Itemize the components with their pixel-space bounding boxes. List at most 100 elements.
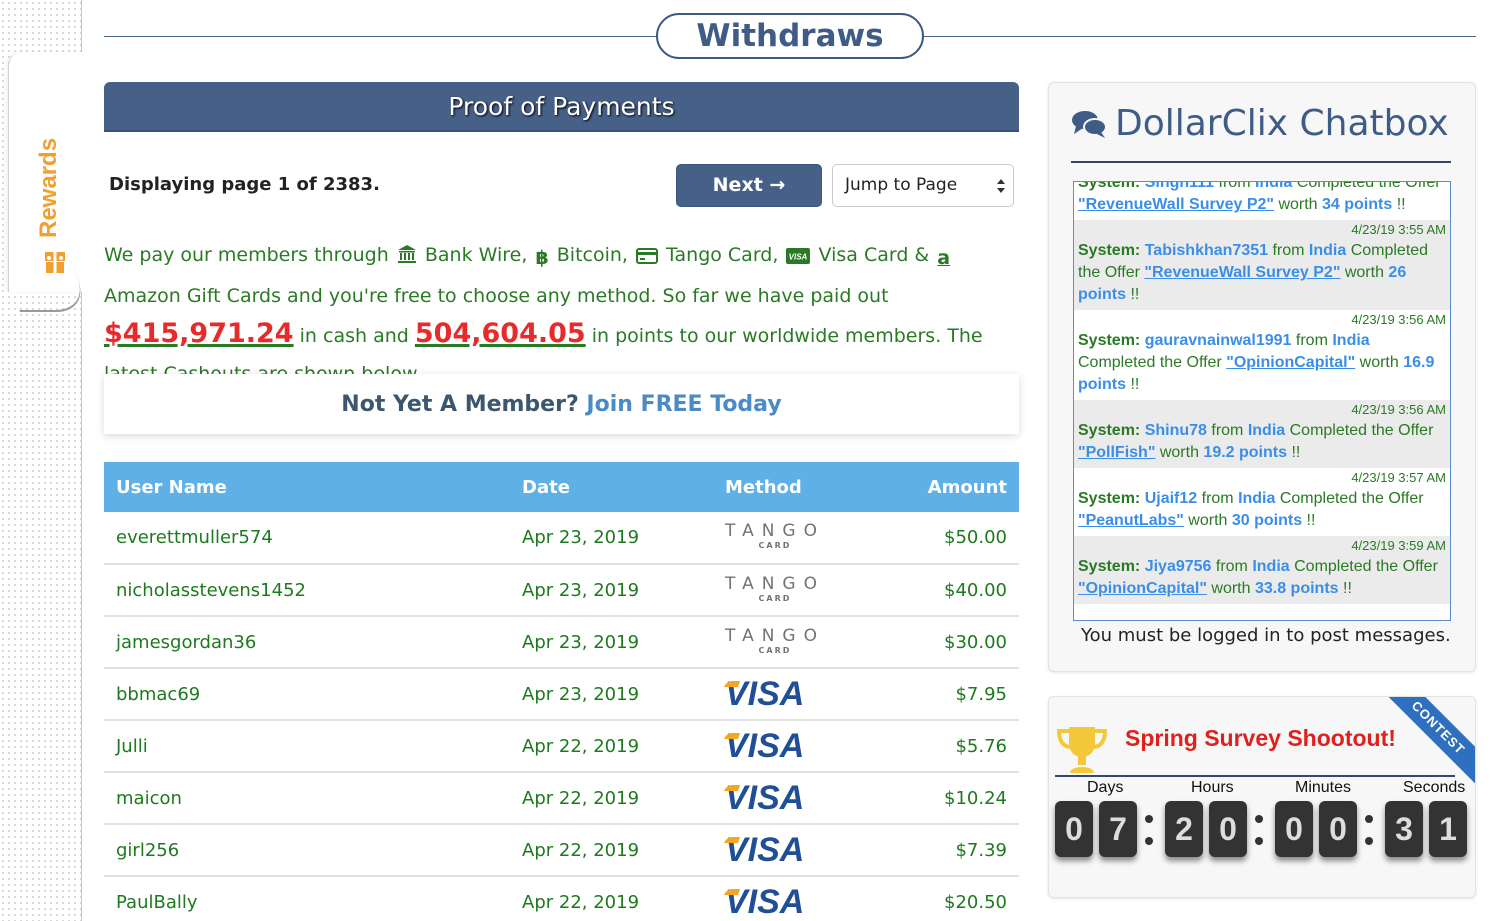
chat-message: 4/23/19 3:55 AM System: Tabishkhan7351 fr…: [1074, 220, 1450, 310]
chat-offer-link[interactable]: "RevenueWall Survey P2": [1078, 196, 1274, 213]
payouts-table: User Name Date Method Amount everettmull…: [104, 462, 1019, 921]
cell-method: TANGO CARD: [713, 512, 893, 565]
chat-user-name[interactable]: Singh111: [1145, 182, 1214, 191]
tango-logo-subtext: CARD: [758, 593, 792, 603]
tango-logo-text: TANGO: [725, 521, 825, 541]
chat-message: 4/23/19 3:56 AM System: Shinu78 from Indi…: [1074, 400, 1450, 468]
chat-country: India: [1308, 242, 1347, 259]
cell-user-name: jamesgordan36: [104, 616, 510, 669]
jump-to-page-label: Jump to Page: [845, 175, 958, 195]
header-date: Date: [510, 462, 713, 512]
countdown-digit-hours: 0: [1209, 801, 1247, 857]
chat-user-name[interactable]: Shinu78: [1145, 422, 1207, 439]
cell-date: Apr 22, 2019: [510, 720, 713, 773]
trophy-icon: [1056, 727, 1108, 773]
bank-wire-text: Bank Wire,: [424, 244, 528, 266]
chat-timestamp: 4/23/19 3:59 AM: [1351, 538, 1446, 553]
chat-sender: System:: [1078, 490, 1145, 507]
chat-user-name[interactable]: Tabishkhan7351: [1145, 242, 1268, 259]
chat-country: India: [1247, 422, 1286, 439]
chat-offer-link[interactable]: "OpinionCapital": [1226, 354, 1355, 371]
chat-user-name[interactable]: Ujaif12: [1145, 490, 1197, 507]
cell-amount: $5.76: [893, 720, 1019, 773]
rewards-tab[interactable]: Rewards: [8, 52, 84, 292]
cell-amount: $7.95: [893, 668, 1019, 721]
chat-offer-link[interactable]: "RevenueWall Survey P2": [1144, 264, 1340, 281]
cell-user-name: maicon: [104, 772, 510, 825]
cell-date: Apr 23, 2019: [510, 668, 713, 721]
table-row: bbmac69 Apr 23, 2019 VISA $7.95: [104, 668, 1019, 721]
chat-message-body: System: Singh111 from India Completed th…: [1078, 181, 1446, 216]
chat-message-body: System: Jiya9756 from India Completed th…: [1078, 558, 1438, 597]
countdown-separator: [1145, 811, 1153, 847]
visa-logo: VISA: [723, 831, 804, 870]
intro-text: We pay our members through: [104, 244, 389, 266]
cell-date: Apr 23, 2019: [510, 564, 713, 617]
join-free-link[interactable]: Join FREE Today: [586, 392, 781, 417]
bitcoin-icon: ฿: [535, 247, 549, 269]
credit-card-icon: [636, 248, 658, 264]
chat-message-body: System: Shinu78 from India Completed the…: [1078, 422, 1434, 461]
chat-points: 30 points: [1231, 512, 1303, 529]
chat-message: 4/23/19 3:57 AM System: Ujaif12 from Indi…: [1074, 468, 1450, 536]
next-page-button[interactable]: Next →: [676, 164, 822, 207]
chat-offer-link[interactable]: "PeanutLabs": [1078, 512, 1184, 529]
chat-sender: System:: [1078, 181, 1145, 191]
select-arrows-icon: [997, 179, 1005, 193]
chat-message-body: System: Tabishkhan7351 from India Comple…: [1078, 242, 1429, 303]
chat-country: India: [1238, 490, 1276, 507]
payment-intro: We pay our members through Bank Wire, ฿ …: [104, 236, 1024, 393]
table-row: girl256 Apr 22, 2019 VISA $7.39: [104, 824, 1019, 877]
svg-text:VISA: VISA: [789, 253, 808, 262]
cell-method: VISA: [713, 824, 893, 877]
login-note: You must be logged in to post messages.: [1081, 625, 1451, 646]
table-row: maicon Apr 22, 2019 VISA $10.24: [104, 772, 1019, 825]
countdown-separator: [1255, 811, 1263, 847]
chatbox-panel: DollarClix Chatbox System: Singh111 from…: [1048, 82, 1476, 672]
chat-log[interactable]: System: Singh111 from India Completed th…: [1073, 181, 1451, 621]
bank-icon: [397, 245, 416, 263]
label-days: Days: [1087, 779, 1124, 796]
label-hours: Hours: [1191, 779, 1234, 796]
countdown-digit-days: 7: [1099, 801, 1137, 857]
paging-status: Displaying page 1 of 2383.: [109, 174, 380, 195]
cell-method: VISA: [713, 720, 893, 773]
contest-title: Spring Survey Shootout!: [1125, 725, 1396, 751]
table-row: jamesgordan36 Apr 23, 2019 TANGO CARD $30.00: [104, 616, 1019, 669]
chatbox-title: DollarClix Chatbox: [1071, 103, 1449, 144]
chat-country: India: [1254, 181, 1293, 191]
contest-panel: CONTEST Spring Survey Shootout! Days Hou…: [1048, 696, 1476, 898]
cell-user-name: bbmac69: [104, 668, 510, 721]
member-cta: Not Yet A Member? Join FREE Today: [104, 374, 1019, 434]
visa-logo: VISA: [723, 727, 804, 766]
chat-offer-link[interactable]: "PollFish": [1078, 444, 1155, 461]
header-user-name: User Name: [104, 462, 510, 512]
chat-timestamp: 4/23/19 3:55 AM: [1351, 222, 1446, 237]
member-question: Not Yet A Member?: [341, 392, 579, 417]
cell-date: Apr 23, 2019: [510, 512, 713, 565]
chat-offer-link[interactable]: "OpinionCapital": [1078, 580, 1207, 597]
chat-sender: System:: [1078, 422, 1145, 439]
chat-points: 19.2 points: [1203, 444, 1287, 461]
cell-user-name: everettmuller574: [104, 512, 510, 565]
header-method: Method: [713, 462, 893, 512]
chat-country: India: [1332, 332, 1370, 349]
jump-to-page-select[interactable]: Jump to Page: [832, 164, 1014, 207]
tango-card-logo: TANGO CARD: [725, 522, 825, 550]
table-row: PaulBally Apr 22, 2019 VISA $20.50: [104, 876, 1019, 921]
cell-date: Apr 22, 2019: [510, 772, 713, 825]
countdown-digit-hours: 2: [1165, 801, 1203, 857]
cell-method: VISA: [713, 668, 893, 721]
cell-amount: $20.50: [893, 876, 1019, 921]
rewards-label: Rewards: [35, 137, 62, 238]
chat-message: 4/23/19 3:56 AM System: gauravnainwal1991…: [1074, 310, 1450, 400]
cell-user-name: girl256: [104, 824, 510, 877]
contest-divider: [1055, 775, 1455, 777]
cell-method: TANGO CARD: [713, 564, 893, 617]
chat-sender: System:: [1078, 332, 1145, 349]
chat-user-name[interactable]: Jiya9756: [1145, 558, 1212, 575]
cell-user-name: nicholasstevens1452: [104, 564, 510, 617]
chatbox-divider: [1071, 161, 1451, 163]
chat-user-name[interactable]: gauravnainwal1991: [1145, 332, 1292, 349]
chat-points: 34 points: [1322, 196, 1393, 213]
